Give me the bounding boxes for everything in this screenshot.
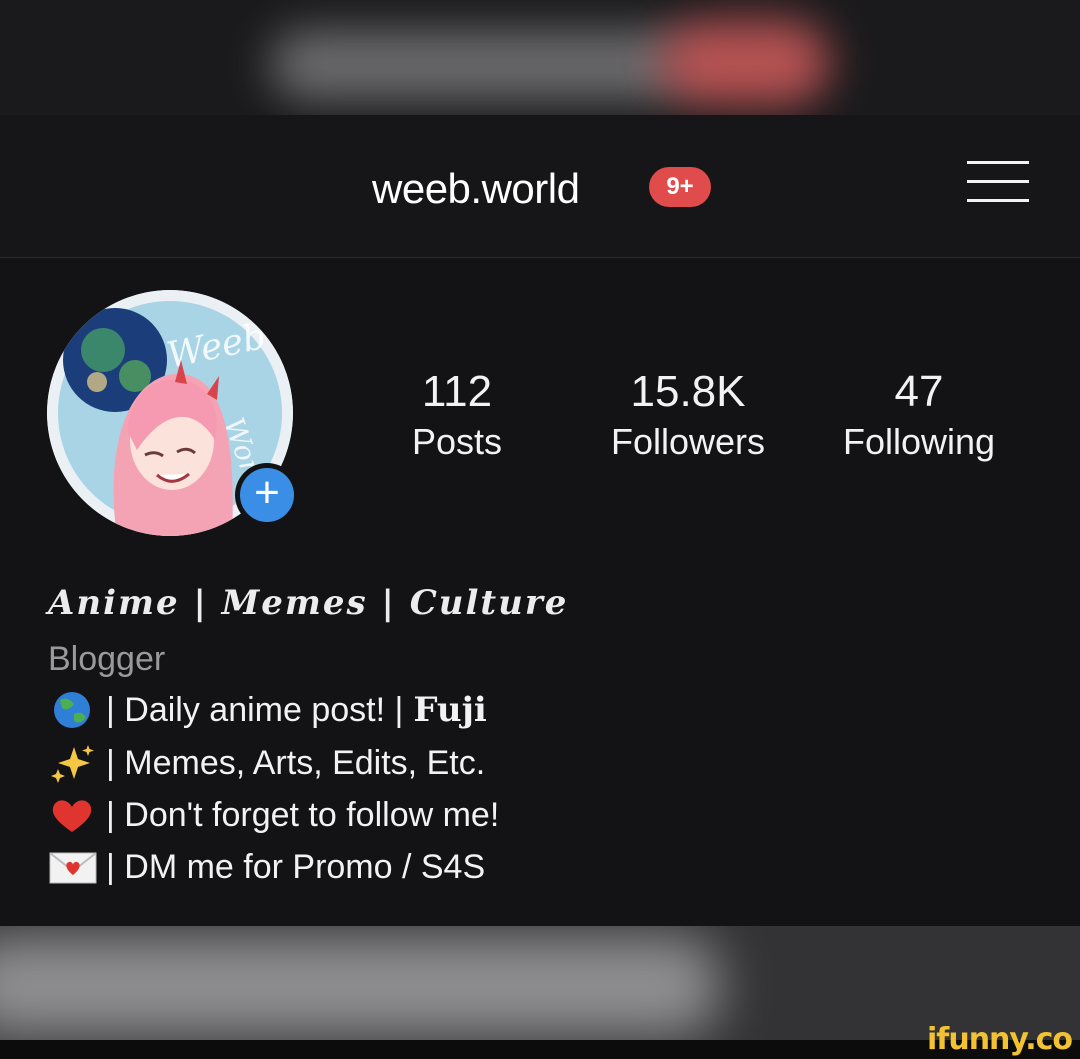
posts-stat[interactable]: 112 Posts <box>398 366 516 466</box>
bio-line-text: | DM me for Promo / S4S <box>106 847 486 886</box>
bio-line-text: | Memes, Arts, Edits, Etc. <box>106 743 486 782</box>
bio-line: | DM me for Promo / S4S <box>48 847 485 887</box>
bio-line: | Don't forget to follow me! <box>48 795 499 835</box>
posts-label: Posts <box>411 421 503 462</box>
following-count: 47 <box>894 367 944 416</box>
following-stat[interactable]: 47 Following <box>826 366 1012 466</box>
bio-line-bold: Fuji <box>413 690 487 730</box>
bio-line-text: | Daily anime post! | <box>106 690 404 729</box>
love-letter-icon <box>49 852 97 884</box>
bio-line-text: | Don't forget to follow me! <box>106 795 500 834</box>
profile-section: Weeb World + 112 Posts 15.8K Followers 4… <box>0 258 1080 926</box>
sparkles-icon <box>51 745 94 783</box>
ifunny-watermark: ifunny.co <box>927 1022 1073 1057</box>
bio-line: | Memes, Arts, Edits, Etc. <box>48 743 485 783</box>
plus-icon: + <box>240 468 294 522</box>
page: weeb.world 9+ Weeb World + 112 Posts 15.… <box>0 0 1080 1059</box>
blurred-status-area <box>0 0 1080 115</box>
profile-header: weeb.world 9+ <box>0 115 1080 258</box>
bio-line: | Daily anime post! | Fuji <box>48 690 487 730</box>
bottom-strip <box>0 1040 1080 1059</box>
hamburger-menu-icon[interactable] <box>967 155 1029 209</box>
bio-title: Anime | Memes | Culture <box>48 583 569 623</box>
posts-count: 112 <box>421 367 493 416</box>
followers-count: 15.8K <box>630 367 746 416</box>
username-title[interactable]: weeb.world <box>372 165 580 213</box>
add-story-button[interactable]: + <box>235 463 299 527</box>
blurred-buttons-area <box>0 926 1080 1041</box>
following-label: Following <box>842 421 996 462</box>
category-label: Blogger <box>48 640 166 678</box>
notification-badge[interactable]: 9+ <box>649 167 711 207</box>
followers-label: Followers <box>610 421 766 462</box>
heart-icon <box>52 800 92 832</box>
followers-stat[interactable]: 15.8K Followers <box>590 366 786 466</box>
globe-icon <box>54 692 90 728</box>
